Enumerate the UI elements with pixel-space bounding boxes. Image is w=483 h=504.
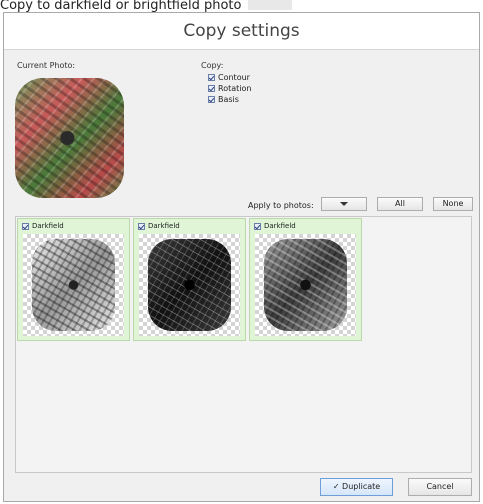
photo-thumbnail [23,234,124,336]
duplicate-button[interactable]: ✓ Duplicate [320,478,393,496]
rotation-label: Rotation [218,84,252,93]
chevron-down-icon [340,202,348,206]
cancel-button[interactable]: Cancel [408,478,472,496]
caption-text: Copy to darkfield or brightfield photo [0,0,483,12]
photo-checkbox[interactable] [22,222,29,230]
contour-checkbox[interactable] [208,74,215,81]
photo-label: Darkfield [32,222,64,230]
rotation-checkbox[interactable] [208,85,215,92]
photo-label: Darkfield [264,222,296,230]
apply-to-photos-label: Apply to photos: [248,201,314,210]
gem-image [264,239,347,331]
apply-dropdown-button[interactable] [321,197,367,211]
photo-card[interactable]: Darkfield [249,218,362,341]
photo-label: Darkfield [148,222,180,230]
current-photo-label: Current Photo: [17,61,76,70]
copy-option-basis[interactable]: Basis [208,95,239,104]
copy-label: Copy: [201,61,224,70]
contour-label: Contour [218,73,250,82]
gem-image [148,239,231,331]
photo-checkbox[interactable] [138,222,145,230]
photo-card[interactable]: Darkfield [133,218,246,341]
basis-label: Basis [218,95,239,104]
copy-option-contour[interactable]: Contour [208,73,250,82]
photo-card[interactable]: Darkfield [17,218,130,341]
caption-highlight [247,0,292,10]
photos-panel: Darkfield Darkfield Darkfield [15,216,472,473]
photo-checkbox[interactable] [254,222,261,230]
none-button[interactable]: None [433,197,473,211]
copy-settings-dialog: Copy settings Current Photo: Copy: Conto… [3,12,480,502]
caption-label: Copy to darkfield or brightfield photo [0,0,242,12]
photo-card-header: Darkfield [22,222,64,230]
gem-image [32,239,115,331]
photo-thumbnail [139,234,240,336]
dialog-title: Copy settings [4,13,479,50]
photo-card-header: Darkfield [138,222,180,230]
all-button[interactable]: All [377,197,423,211]
basis-checkbox[interactable] [208,96,215,103]
photo-card-header: Darkfield [254,222,296,230]
current-photo-image [15,78,124,198]
photo-thumbnail [255,234,356,336]
copy-option-rotation[interactable]: Rotation [208,84,251,93]
